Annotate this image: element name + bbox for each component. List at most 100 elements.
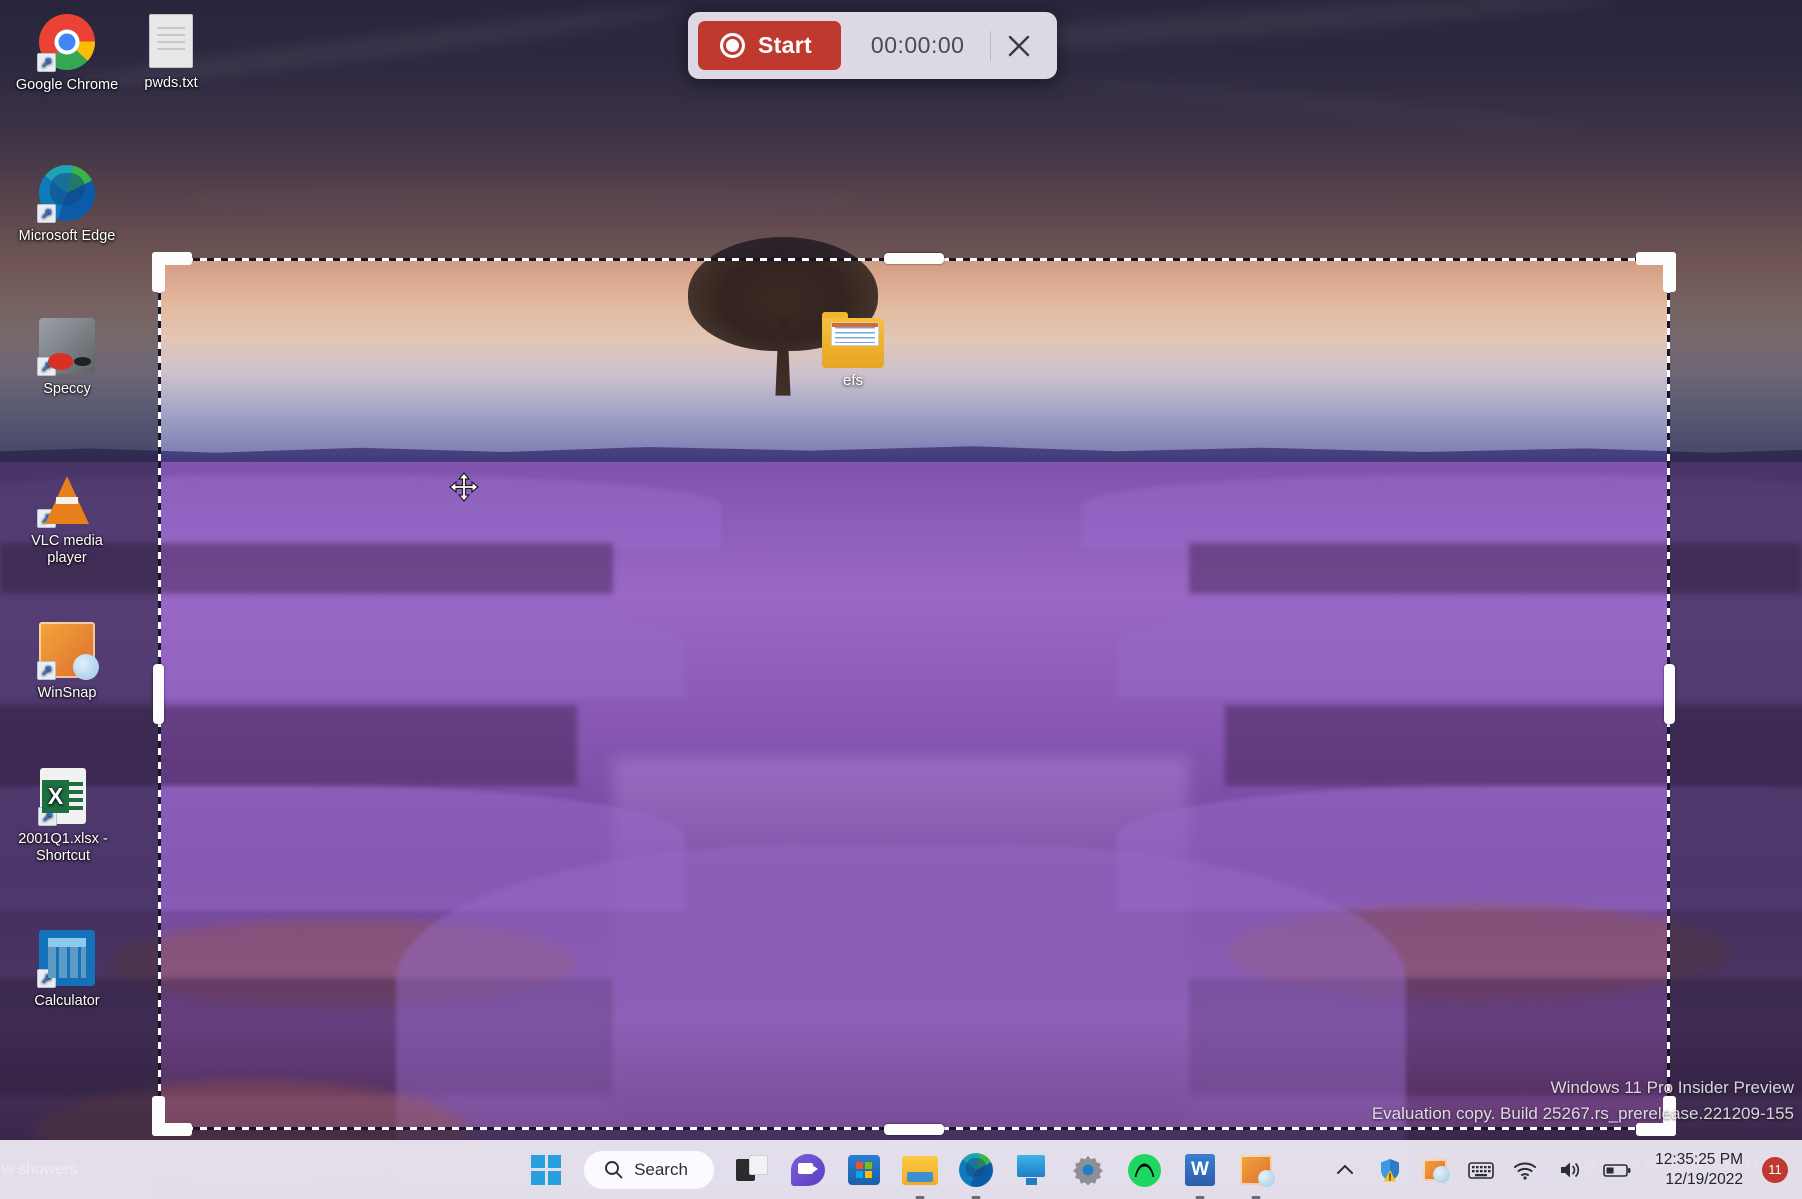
folder-icon bbox=[902, 1156, 938, 1185]
watermark-line-1: Windows 11 Pro Insider Preview bbox=[1372, 1075, 1794, 1101]
record-circle-icon bbox=[720, 33, 745, 58]
battery-button[interactable] bbox=[1602, 1157, 1628, 1183]
taskbar[interactable]: Search bbox=[0, 1140, 1802, 1199]
desktop-icon-pwds-txt[interactable]: pwds.txt bbox=[118, 14, 224, 92]
desktop-icon-winsnap[interactable]: WinSnap bbox=[14, 622, 120, 702]
taskbar-settings[interactable] bbox=[1069, 1151, 1107, 1189]
notification-badge[interactable]: 11 bbox=[1762, 1157, 1788, 1183]
start-button-label: Start bbox=[758, 32, 812, 59]
selection-handle-top-center[interactable] bbox=[884, 253, 944, 264]
running-indicator bbox=[915, 1196, 924, 1199]
screen-recorder-toolbar[interactable]: Start 00:00:00 bbox=[688, 12, 1057, 79]
taskbar-spotify[interactable] bbox=[1125, 1151, 1163, 1189]
text-file-icon bbox=[149, 14, 193, 68]
edge-icon bbox=[39, 165, 95, 221]
store-icon bbox=[848, 1155, 880, 1185]
shortcut-overlay-icon bbox=[37, 509, 56, 528]
selection-handle-bottom-center[interactable] bbox=[884, 1124, 944, 1135]
windows-logo-icon bbox=[531, 1155, 561, 1185]
task-view-icon bbox=[736, 1155, 768, 1185]
taskbar-file-explorer[interactable] bbox=[901, 1151, 939, 1189]
winsnap-icon bbox=[1423, 1159, 1447, 1181]
remote-desktop-icon bbox=[1015, 1155, 1049, 1185]
clock-time: 12:35:25 PM bbox=[1655, 1150, 1743, 1170]
taskbar-task-view[interactable] bbox=[733, 1151, 771, 1189]
selection-handle-right-middle[interactable] bbox=[1664, 664, 1675, 724]
desktop-icon-speccy[interactable]: Speccy bbox=[14, 318, 120, 398]
chevron-up-icon bbox=[1332, 1157, 1358, 1183]
wifi-icon bbox=[1512, 1157, 1538, 1183]
close-icon bbox=[1006, 33, 1032, 59]
taskbar-remote-desktop[interactable] bbox=[1013, 1151, 1051, 1189]
desktop-icon-label: pwds.txt bbox=[144, 75, 197, 91]
desktop-icon-calculator[interactable]: Calculator bbox=[14, 930, 120, 1010]
speaker-icon bbox=[1557, 1157, 1583, 1183]
selection-handle-left-middle[interactable] bbox=[153, 664, 164, 724]
selection-handle-top-right[interactable] bbox=[1636, 252, 1676, 292]
excel-file-icon bbox=[40, 768, 86, 824]
taskbar-microsoft-store[interactable] bbox=[845, 1151, 883, 1189]
keyboard-icon bbox=[1467, 1157, 1495, 1183]
winsnap-tray-icon[interactable] bbox=[1422, 1157, 1448, 1183]
show-hidden-icons-button[interactable] bbox=[1332, 1157, 1358, 1183]
selection-handle-top-left[interactable] bbox=[152, 252, 192, 292]
network-wifi-button[interactable] bbox=[1512, 1157, 1538, 1183]
selection-marching-ants bbox=[158, 258, 1670, 1130]
start-recording-button[interactable]: Start bbox=[698, 21, 841, 70]
word-icon: W bbox=[1185, 1154, 1215, 1186]
calculator-icon bbox=[39, 930, 95, 986]
taskbar-winsnap[interactable] bbox=[1237, 1151, 1275, 1189]
system-tray: 12:35:25 PM 12/19/2022 11 bbox=[1332, 1140, 1802, 1199]
shortcut-overlay-icon bbox=[37, 53, 56, 72]
clock-date: 12/19/2022 bbox=[1655, 1170, 1743, 1190]
taskbar-search-label: Search bbox=[634, 1160, 688, 1180]
desktop-icon-label: Calculator bbox=[34, 993, 99, 1009]
taskbar-start-button[interactable] bbox=[527, 1151, 565, 1189]
volume-button[interactable] bbox=[1557, 1157, 1583, 1183]
shield-warning-icon bbox=[1377, 1157, 1403, 1183]
speccy-icon bbox=[39, 318, 95, 374]
taskbar-clock[interactable]: 12:35:25 PM 12/19/2022 bbox=[1647, 1150, 1743, 1190]
chat-icon bbox=[791, 1154, 825, 1186]
shortcut-overlay-icon bbox=[37, 357, 56, 376]
spotify-icon bbox=[1128, 1154, 1161, 1187]
shortcut-overlay-icon bbox=[37, 204, 56, 223]
screenshot-selection-region[interactable] bbox=[158, 258, 1670, 1130]
desktop-icon-label: 2001Q1.xlsx - Shortcut bbox=[18, 831, 107, 864]
winsnap-icon bbox=[1240, 1155, 1272, 1185]
gear-icon bbox=[1072, 1154, 1104, 1186]
taskbar-center-group: Search bbox=[527, 1150, 1275, 1190]
shortcut-overlay-icon bbox=[37, 969, 56, 988]
desktop-icon-label: Speccy bbox=[43, 381, 91, 397]
touch-keyboard-button[interactable] bbox=[1467, 1157, 1493, 1183]
close-recorder-button[interactable] bbox=[991, 24, 1047, 68]
desktop-icon-label: Google Chrome bbox=[16, 77, 118, 93]
windows-activation-watermark: Windows 11 Pro Insider Preview Evaluatio… bbox=[1372, 1075, 1794, 1127]
desktop-icon-2001q1-xlsx-shortcut[interactable]: 2001Q1.xlsx - Shortcut bbox=[10, 768, 116, 865]
desktop-icon-vlc-media-player[interactable]: VLC media player bbox=[14, 470, 120, 567]
taskbar-word[interactable]: W bbox=[1181, 1151, 1219, 1189]
desktop-icon-label: VLC media player bbox=[31, 533, 103, 566]
battery-icon bbox=[1602, 1157, 1632, 1183]
taskbar-search[interactable]: Search bbox=[583, 1150, 715, 1190]
chrome-icon bbox=[39, 14, 95, 70]
search-icon bbox=[604, 1160, 623, 1179]
desktop-icon-microsoft-edge[interactable]: Microsoft Edge bbox=[14, 165, 120, 245]
desktop[interactable]: Google Chrome pwds.txt Microsoft Edge Specc… bbox=[0, 0, 1802, 1199]
move-cursor-icon bbox=[449, 472, 479, 502]
desktop-icon-label: WinSnap bbox=[38, 685, 97, 701]
shortcut-overlay-icon bbox=[37, 661, 56, 680]
windows-security-tray-icon[interactable] bbox=[1377, 1157, 1403, 1183]
watermark-line-2: Evaluation copy. Build 25267.rs_prerelea… bbox=[1372, 1101, 1794, 1127]
shortcut-overlay-icon bbox=[38, 807, 57, 826]
selection-handle-bottom-left[interactable] bbox=[152, 1096, 192, 1136]
running-indicator bbox=[971, 1196, 980, 1199]
recording-timer: 00:00:00 bbox=[841, 32, 991, 59]
running-indicator bbox=[1195, 1196, 1204, 1199]
desktop-icon-google-chrome[interactable]: Google Chrome bbox=[14, 14, 120, 94]
taskbar-chat[interactable] bbox=[789, 1151, 827, 1189]
taskbar-microsoft-edge[interactable] bbox=[957, 1151, 995, 1189]
vlc-icon bbox=[39, 470, 95, 526]
desktop-icon-label: Microsoft Edge bbox=[19, 228, 116, 244]
winsnap-icon bbox=[39, 622, 95, 678]
